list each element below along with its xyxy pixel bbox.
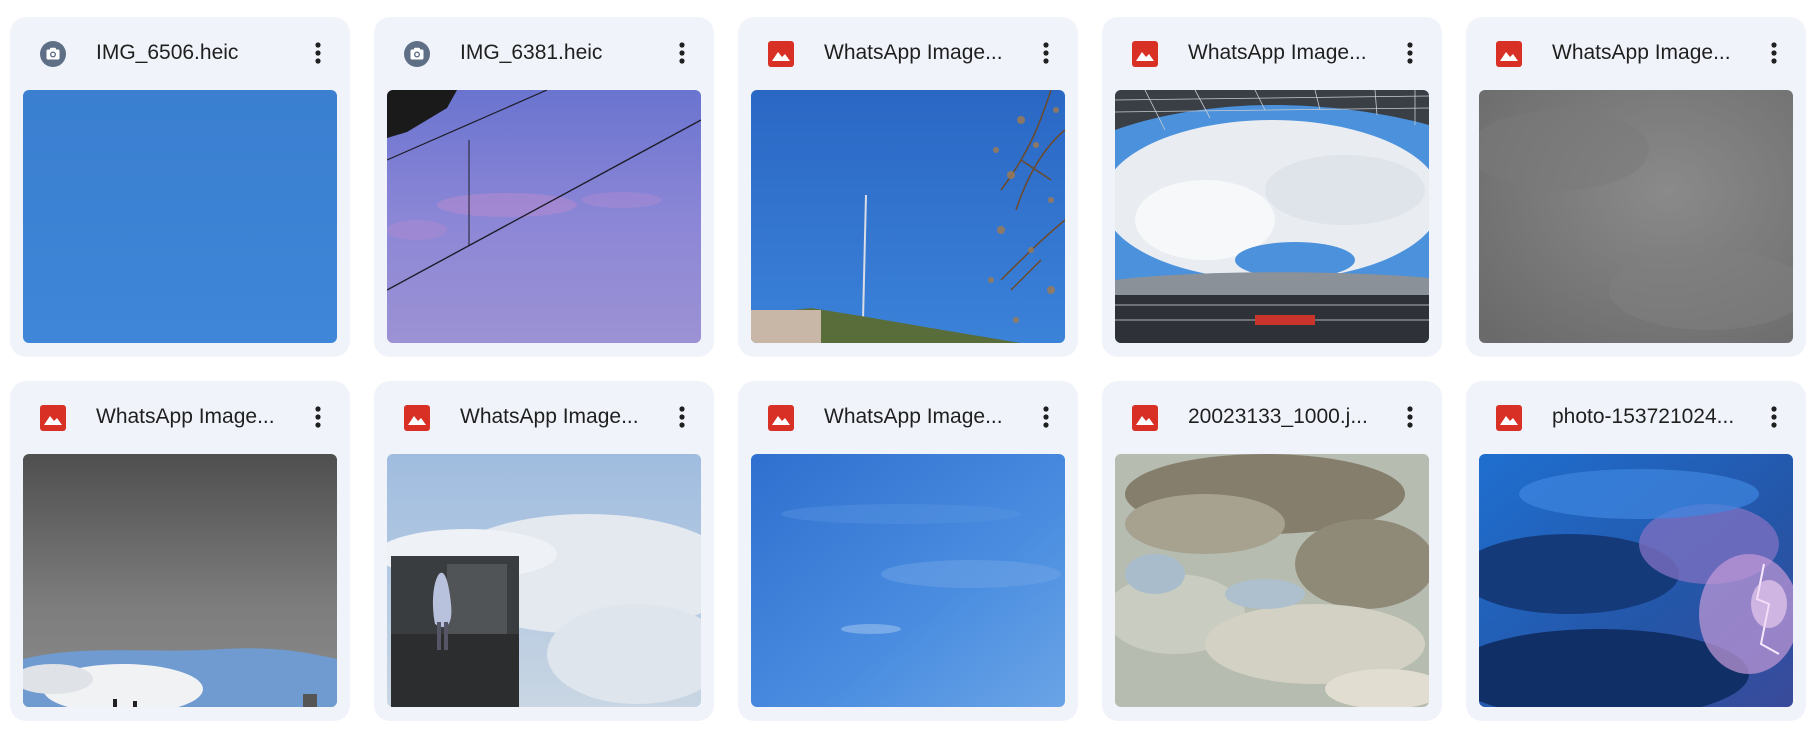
card-header: WhatsApp Image... [374,381,714,453]
image-icon [768,41,794,67]
card-header: 20023133_1000.j... [1102,381,1442,453]
thumbnail[interactable] [1479,90,1793,343]
file-grid: IMG_6506.heic IMG_6381.heic WhatsApp Ima… [0,0,1815,732]
thumbnail[interactable] [23,90,337,343]
more-vert-icon [679,42,685,64]
file-card[interactable]: WhatsApp Image... [374,381,714,721]
card-header: photo-153721024... [1466,381,1806,453]
file-name[interactable]: photo-153721024... [1552,381,1752,453]
image-icon [404,405,430,431]
more-vert-icon [1407,406,1413,428]
file-card[interactable]: WhatsApp Image... [10,381,350,721]
more-actions-button[interactable] [1394,401,1426,433]
file-name[interactable]: IMG_6506.heic [96,17,296,89]
file-card[interactable]: 20023133_1000.j... [1102,381,1442,721]
more-actions-button[interactable] [302,37,334,69]
more-actions-button[interactable] [666,401,698,433]
file-card[interactable]: WhatsApp Image... [738,381,1078,721]
file-name[interactable]: WhatsApp Image... [460,381,660,453]
camera-icon [40,41,66,67]
thumbnail[interactable] [387,454,701,707]
card-header: IMG_6506.heic [10,17,350,89]
thumbnail[interactable] [1479,454,1793,707]
card-header: WhatsApp Image... [738,381,1078,453]
file-card[interactable]: WhatsApp Image... [1102,17,1442,357]
more-actions-button[interactable] [1758,401,1790,433]
file-card[interactable]: IMG_6381.heic [374,17,714,357]
file-name[interactable]: IMG_6381.heic [460,17,660,89]
more-vert-icon [1771,406,1777,428]
image-icon [768,405,794,431]
thumbnail[interactable] [1115,454,1429,707]
card-header: IMG_6381.heic [374,17,714,89]
card-header: WhatsApp Image... [738,17,1078,89]
image-icon [40,405,66,431]
more-actions-button[interactable] [302,401,334,433]
thumbnail[interactable] [751,454,1065,707]
card-header: WhatsApp Image... [1466,17,1806,89]
more-vert-icon [1043,406,1049,428]
more-actions-button[interactable] [1758,37,1790,69]
more-vert-icon [1771,42,1777,64]
file-card[interactable]: WhatsApp Image... [738,17,1078,357]
more-vert-icon [315,406,321,428]
card-header: WhatsApp Image... [1102,17,1442,89]
more-vert-icon [1407,42,1413,64]
thumbnail[interactable] [751,90,1065,343]
file-name[interactable]: WhatsApp Image... [1552,17,1752,89]
file-card[interactable]: IMG_6506.heic [10,17,350,357]
image-icon [1496,405,1522,431]
file-name[interactable]: WhatsApp Image... [824,17,1024,89]
file-name[interactable]: WhatsApp Image... [1188,17,1388,89]
camera-icon [404,41,430,67]
file-name[interactable]: WhatsApp Image... [96,381,296,453]
more-actions-button[interactable] [666,37,698,69]
file-card[interactable]: WhatsApp Image... [1466,17,1806,357]
more-vert-icon [315,42,321,64]
card-header: WhatsApp Image... [10,381,350,453]
file-card[interactable]: photo-153721024... [1466,381,1806,721]
image-icon [1132,405,1158,431]
thumbnail[interactable] [387,90,701,343]
image-icon [1132,41,1158,67]
file-name[interactable]: 20023133_1000.j... [1188,381,1388,453]
image-icon [1496,41,1522,67]
more-actions-button[interactable] [1394,37,1426,69]
thumbnail[interactable] [23,454,337,707]
more-actions-button[interactable] [1030,401,1062,433]
file-name[interactable]: WhatsApp Image... [824,381,1024,453]
thumbnail[interactable] [1115,90,1429,343]
more-vert-icon [679,406,685,428]
more-actions-button[interactable] [1030,37,1062,69]
more-vert-icon [1043,42,1049,64]
